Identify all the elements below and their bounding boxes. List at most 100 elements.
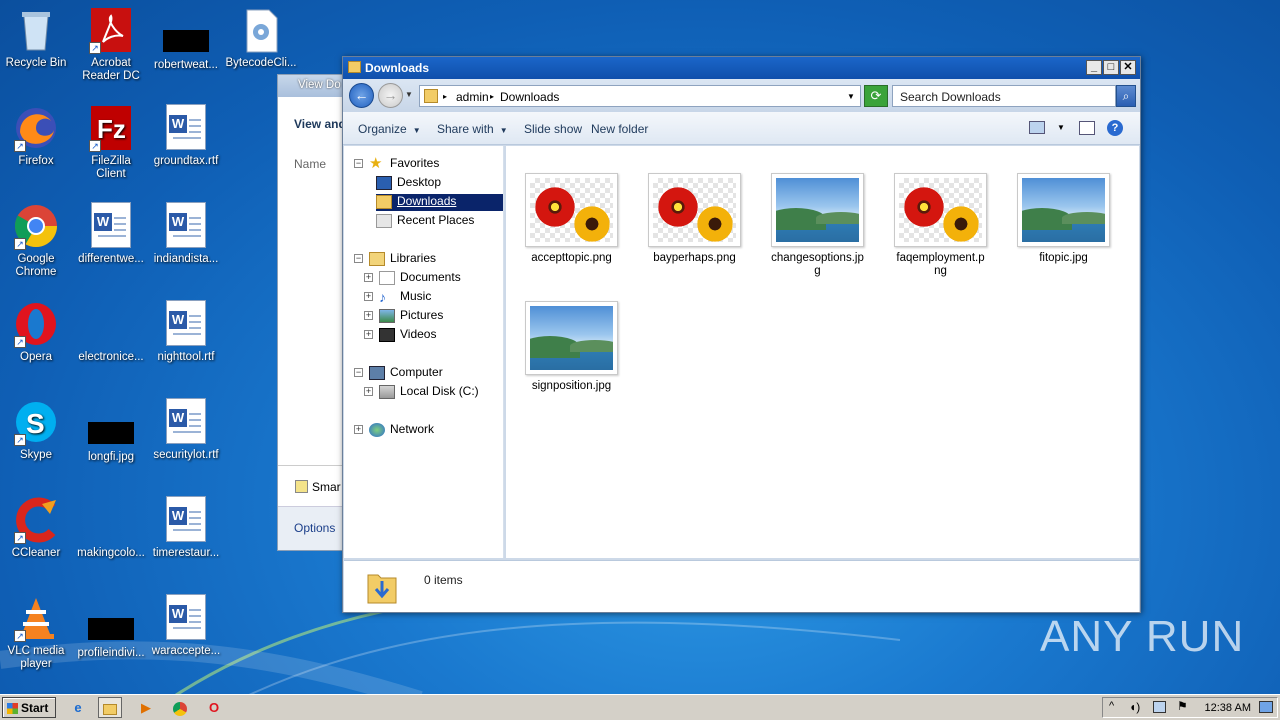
tree-computer[interactable]: − Computer bbox=[354, 365, 443, 382]
action-center-flag-icon[interactable]: ⚑ bbox=[1177, 699, 1188, 713]
tree-favorites[interactable]: − ★ Favorites bbox=[354, 156, 439, 173]
desktop-icon-skype[interactable]: S ↗ Skype bbox=[0, 398, 72, 462]
preview-pane-icon[interactable] bbox=[1079, 121, 1095, 135]
collapse-icon[interactable]: − bbox=[354, 368, 363, 378]
image-icon bbox=[88, 422, 134, 444]
network-icon bbox=[369, 422, 385, 437]
organize-button[interactable]: Organize ▼ bbox=[358, 122, 421, 136]
desktop-icon-groundtax[interactable]: W groundtax.rtf bbox=[150, 104, 222, 168]
tree-libraries[interactable]: − Libraries bbox=[354, 251, 436, 268]
desktop-icon-label: BytecodeCli... bbox=[225, 57, 297, 69]
file-item[interactable]: fitopic.jpg bbox=[1017, 173, 1110, 265]
file-item[interactable]: signposition.jpg bbox=[525, 301, 618, 393]
desktop-icon-label: Google Chrome bbox=[15, 253, 57, 278]
breadcrumb-separator-icon[interactable]: ▸ bbox=[443, 92, 447, 101]
chrome-taskbar-icon[interactable] bbox=[168, 697, 192, 718]
slide-show-button[interactable]: Slide show bbox=[524, 122, 582, 136]
desktop-icon-longfi[interactable]: longfi.jpg bbox=[75, 398, 147, 464]
breadcrumb-separator-icon[interactable]: ▸ bbox=[490, 92, 494, 101]
tree-recent-places[interactable]: Recent Places bbox=[376, 213, 474, 230]
refresh-button[interactable]: ⟳ bbox=[864, 85, 888, 107]
desktop-icon-recycle-bin[interactable]: Recycle Bin bbox=[0, 6, 72, 70]
desktop-icon-robertweat[interactable]: robertweat... bbox=[150, 6, 222, 72]
expand-icon[interactable]: + bbox=[364, 273, 373, 283]
desktop-icon-differentwe[interactable]: W differentwe... bbox=[75, 202, 147, 266]
media-player-icon[interactable]: ▶ bbox=[134, 697, 158, 718]
expand-icon[interactable]: + bbox=[364, 330, 373, 340]
word-doc-icon: W bbox=[87, 202, 135, 250]
expand-icon[interactable]: + bbox=[364, 311, 373, 321]
ie-icon[interactable]: e bbox=[66, 697, 90, 718]
expand-icon[interactable]: + bbox=[364, 387, 373, 397]
opera-taskbar-icon[interactable]: O bbox=[202, 697, 226, 718]
tree-videos[interactable]: + Videos bbox=[364, 327, 436, 344]
share-with-button[interactable]: Share with ▼ bbox=[437, 122, 508, 136]
shortcut-arrow-icon: ↗ bbox=[14, 434, 26, 446]
desktop-icon-timerestaur[interactable]: W timerestaur... bbox=[150, 496, 222, 560]
address-dropdown-icon[interactable]: ▼ bbox=[847, 92, 855, 101]
start-button[interactable]: Start bbox=[2, 697, 56, 718]
new-folder-button[interactable]: New folder bbox=[591, 122, 648, 136]
explorer-window[interactable]: Downloads _ □ ✕ ← → ▼ ▸ admin ▸ Download… bbox=[342, 56, 1141, 613]
desktop-icon-acrobat[interactable]: ↗ Acrobat Reader DC bbox=[75, 6, 147, 83]
search-input[interactable]: Search Downloads bbox=[892, 85, 1116, 107]
forward-button[interactable]: → bbox=[378, 83, 403, 108]
explorer-taskbar-icon[interactable] bbox=[98, 697, 122, 718]
tree-desktop[interactable]: Desktop bbox=[376, 175, 441, 192]
views-dropdown-icon[interactable]: ▼ bbox=[1057, 123, 1065, 132]
show-desktop-icon[interactable] bbox=[1259, 701, 1273, 713]
recent-pages-dropdown[interactable]: ▼ bbox=[405, 90, 413, 99]
desktop-icon-indiandista[interactable]: W indiandista... bbox=[150, 202, 222, 266]
desktop-icon-waraccepte[interactable]: W waraccepte... bbox=[150, 594, 222, 658]
desktop-icon-electronice[interactable]: electronice... bbox=[75, 300, 147, 364]
expand-icon[interactable]: + bbox=[364, 292, 373, 302]
collapse-icon[interactable]: − bbox=[354, 254, 363, 264]
views-icon[interactable] bbox=[1029, 121, 1045, 134]
help-icon[interactable]: ? bbox=[1107, 120, 1123, 136]
desktop-icon-vlc[interactable]: ↗ VLC media player bbox=[0, 594, 72, 671]
desktop-icon-bytecode[interactable]: BytecodeCli... bbox=[225, 6, 297, 70]
volume-icon[interactable]: ◖) bbox=[1129, 700, 1140, 714]
desktop-icon-chrome[interactable]: ↗ Google Chrome bbox=[0, 202, 72, 279]
expand-icon[interactable]: + bbox=[354, 425, 363, 435]
desktop-icon-label: robertweat... bbox=[154, 59, 218, 71]
tree-downloads[interactable]: Downloads bbox=[376, 194, 503, 211]
background-window-column: Name bbox=[294, 157, 327, 171]
file-item[interactable]: faqemployment.png bbox=[894, 173, 987, 278]
flower-thumbnail bbox=[525, 173, 618, 247]
tree-network[interactable]: + Network bbox=[354, 422, 434, 439]
file-item[interactable]: changesoptions.jpg bbox=[771, 173, 864, 278]
desktop-icon-nighttool[interactable]: W nighttool.rtf bbox=[150, 300, 222, 364]
tree-music[interactable]: + ♪ Music bbox=[364, 289, 431, 306]
address-bar[interactable]: ▸ admin ▸ Downloads ▼ bbox=[419, 85, 861, 107]
search-icon[interactable]: ⌕ bbox=[1116, 85, 1136, 107]
show-hidden-icons[interactable]: ^ bbox=[1109, 700, 1114, 712]
desktop-icon-filezilla[interactable]: Fz ↗ FileZilla Client bbox=[75, 104, 147, 181]
breadcrumb-admin[interactable]: admin bbox=[456, 90, 489, 104]
maximize-button[interactable]: □ bbox=[1103, 60, 1119, 75]
desktop-icon-ccleaner[interactable]: ↗ CCleaner bbox=[0, 496, 72, 560]
network-tray-icon[interactable] bbox=[1153, 701, 1166, 713]
desktop-icon-label: CCleaner bbox=[11, 547, 61, 559]
minimize-button[interactable]: _ bbox=[1086, 60, 1102, 75]
collapse-icon[interactable]: − bbox=[354, 159, 363, 169]
background-window-options-link[interactable]: Options bbox=[294, 521, 335, 535]
file-item[interactable]: bayperhaps.png bbox=[648, 173, 741, 265]
breadcrumb-downloads[interactable]: Downloads bbox=[500, 90, 559, 104]
folder-icon bbox=[424, 89, 438, 103]
desktop-icon-label: timerestaur... bbox=[152, 547, 220, 559]
desktop-icon-securitylot[interactable]: W securitylot.rtf bbox=[150, 398, 222, 462]
file-item[interactable]: accepttopic.png bbox=[525, 173, 618, 265]
tree-pictures[interactable]: + Pictures bbox=[364, 308, 443, 325]
back-button[interactable]: ← bbox=[349, 83, 374, 108]
clock[interactable]: 12:38 AM bbox=[1205, 702, 1251, 714]
explorer-titlebar[interactable]: Downloads _ □ ✕ bbox=[343, 57, 1140, 79]
desktop-icon-firefox[interactable]: ↗ Firefox bbox=[0, 104, 72, 168]
tree-documents[interactable]: + Documents bbox=[364, 270, 461, 287]
disk-icon bbox=[379, 384, 395, 399]
desktop-icon-profileindivi[interactable]: profileindivi... bbox=[75, 594, 147, 660]
desktop-icon-makingcolo[interactable]: makingcolo... bbox=[75, 496, 147, 560]
tree-local-disk[interactable]: + Local Disk (C:) bbox=[364, 384, 479, 401]
desktop-icon-opera[interactable]: ↗ Opera bbox=[0, 300, 72, 364]
close-button[interactable]: ✕ bbox=[1120, 60, 1136, 75]
